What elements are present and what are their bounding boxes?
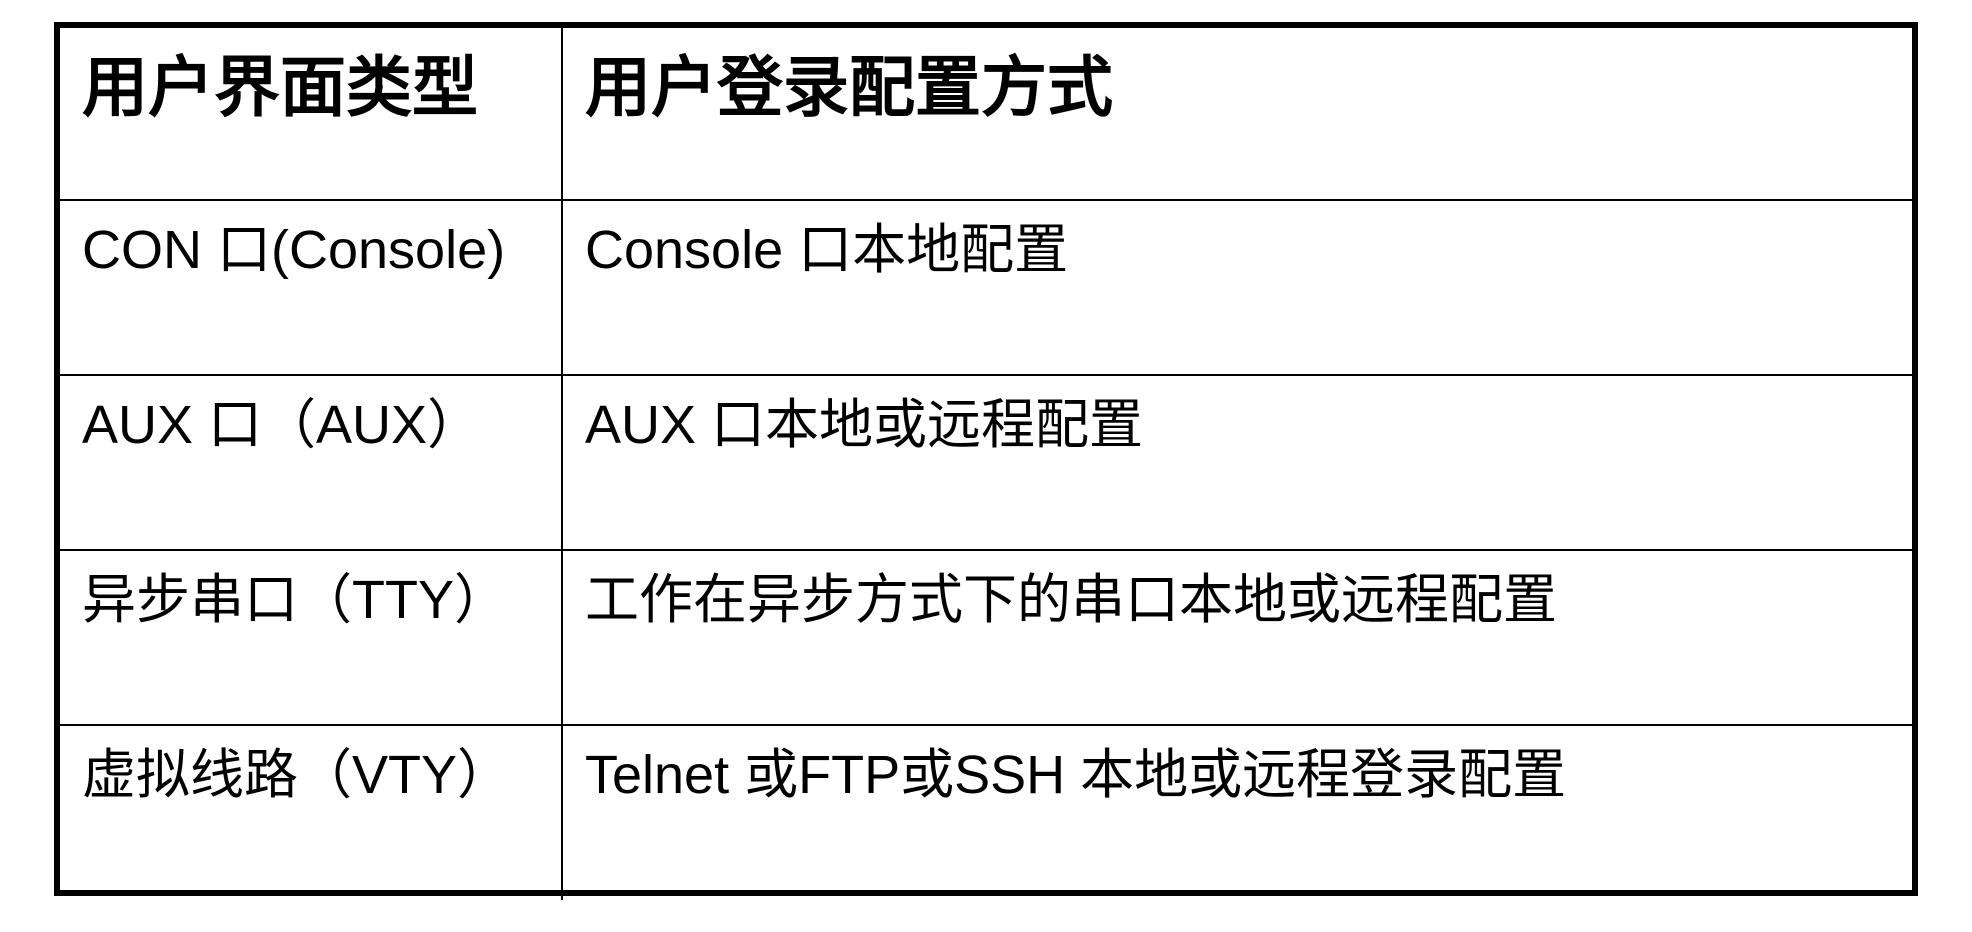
table-row: CON 口(Console) Console 口本地配置 [60,199,1912,376]
table-row: 异步串口（TTY） 工作在异步方式下的串口本地或远程配置 [60,549,1912,726]
cell-login-method: Console 口本地配置 [561,199,1912,376]
cell-login-method: Telnet 或FTP或SSH 本地或远程登录配置 [561,724,1912,900]
cell-login-method: 工作在异步方式下的串口本地或远程配置 [561,549,1912,726]
header-login-method: 用户登录配置方式 [561,28,1912,201]
table-header-row: 用户界面类型 用户登录配置方式 [60,28,1912,201]
cell-interface-type: CON 口(Console) [60,199,563,376]
cell-login-method: AUX 口本地或远程配置 [561,374,1912,551]
table-row: 虚拟线路（VTY） Telnet 或FTP或SSH 本地或远程登录配置 [60,724,1912,900]
cell-interface-type: AUX 口（AUX） [60,374,563,551]
table-grid: 用户界面类型 用户登录配置方式 CON 口(Console) Console 口… [60,28,1912,900]
table-row: AUX 口（AUX） AUX 口本地或远程配置 [60,374,1912,551]
header-interface-type: 用户界面类型 [60,28,563,201]
cell-interface-type: 虚拟线路（VTY） [60,724,563,900]
cell-interface-type: 异步串口（TTY） [60,549,563,726]
login-config-table: 用户界面类型 用户登录配置方式 CON 口(Console) Console 口… [54,22,1918,900]
